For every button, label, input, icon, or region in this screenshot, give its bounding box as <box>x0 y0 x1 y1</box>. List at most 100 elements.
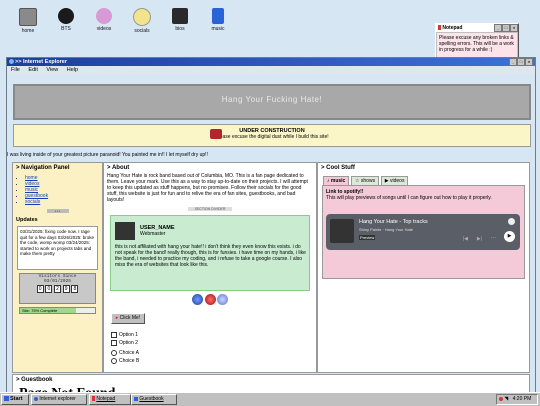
taskbar-item-notepad[interactable]: Notepad <box>89 394 131 405</box>
desktop-icon-label: socials <box>134 28 150 34</box>
guestbook-title: > Guestbook <box>16 377 53 383</box>
about-title: > About <box>107 165 130 171</box>
social-spiral-icon[interactable] <box>217 294 229 305</box>
click-me-label: Click Me! <box>119 315 141 321</box>
music-icon <box>212 8 224 24</box>
about-text: Hang Your Hate is rock band based out of… <box>107 173 308 203</box>
menu-file[interactable]: File <box>11 67 20 73</box>
desktop-icon-videos[interactable]: videos <box>84 8 124 32</box>
social-globe-icon[interactable] <box>191 294 203 305</box>
bios-icon <box>172 8 188 24</box>
player-subtitle: Shiny Paints · Hang Your Hate <box>359 227 414 232</box>
desktop-icon-home[interactable]: home <box>8 8 48 34</box>
card-text: this is not affiliated with hang your ha… <box>115 244 306 268</box>
quote-text: I was living inside of your greatest pic… <box>7 152 208 158</box>
notepad-icon <box>438 25 441 31</box>
desktop-icon-music[interactable]: music <box>198 8 238 32</box>
desktop-icon-label: videos <box>96 26 112 32</box>
click-icon: ▸ <box>115 315 119 321</box>
close-icon[interactable]: × <box>525 58 533 66</box>
notepad-title: Notepad <box>442 25 463 31</box>
counter-digit: 9 <box>62 285 70 293</box>
section-divider: SECTION DIVIDER <box>188 207 232 211</box>
tab-music[interactable]: ♪ music <box>323 176 350 185</box>
start-button[interactable]: Start <box>1 394 29 405</box>
player-title: Hang Your Hate - Top tracks <box>359 219 428 225</box>
progress-bar: Site: 75% Complete <box>19 307 96 314</box>
home-icon <box>19 8 37 26</box>
next-icon[interactable]: ▶| <box>477 236 482 242</box>
tray-icon[interactable] <box>499 396 503 401</box>
click-me-button[interactable]: ▸ Click Me! <box>111 313 145 324</box>
desktop-icon-bts[interactable]: BTS <box>46 8 86 32</box>
menu-edit[interactable]: Edit <box>28 67 37 73</box>
notepad-titlebar[interactable]: Notepad _ □ × <box>436 24 518 32</box>
album-art <box>330 219 354 243</box>
menu-view[interactable]: View <box>46 67 58 73</box>
page-content[interactable]: Hang Your Fucking Hate! UNDER CONSTRUCTI… <box>7 74 535 393</box>
volume-icon[interactable]: ◥ <box>504 396 508 402</box>
desktop-icon-socials[interactable]: socials <box>122 8 162 34</box>
avatar <box>115 222 135 240</box>
taskbar: Start Internet explorer Notepad Guestboo… <box>0 392 540 406</box>
spotify-text: This will play previews of songs until I… <box>326 195 492 201</box>
updates-text: 03/31/2025: fixing code now. I rage quit… <box>17 226 98 270</box>
banner-title: Hang Your Fucking Hate! <box>221 95 323 104</box>
counter-digit: 0 <box>45 285 53 293</box>
counter-digit: 2 <box>54 285 61 293</box>
desktop-icon-label: home <box>21 28 35 34</box>
browser-title: >> Internet Explorer <box>15 59 67 65</box>
taskbar-item-guestbook[interactable]: Guestbook <box>131 394 177 405</box>
counter-digit: 0 <box>36 285 44 293</box>
choice-radio-b[interactable]: Choice B <box>111 357 316 365</box>
visitor-counter: Visitors Since 03/01/2025 0 0 2 9 8 <box>19 273 96 304</box>
nav-title: > Navigation Panel <box>16 165 70 171</box>
minimize-icon[interactable]: _ <box>494 24 502 32</box>
bts-icon <box>58 8 74 24</box>
system-tray: ◥ 4:20 PM <box>496 394 538 405</box>
cool-title: > Cool Stuff <box>321 165 355 171</box>
construction-icon <box>210 129 222 139</box>
more-icon[interactable]: ··· <box>491 235 496 241</box>
prev-icon[interactable]: |◀ <box>463 236 468 242</box>
updates-title: Updates <box>16 217 38 223</box>
close-icon[interactable]: × <box>510 24 518 32</box>
nav-panel: > Navigation Panel home videos music gue… <box>12 162 103 373</box>
counter-digit: 8 <box>71 285 79 293</box>
desktop-icon-bios[interactable]: bios <box>160 8 200 32</box>
clock: 4:20 PM <box>512 396 532 402</box>
play-button[interactable]: ▶ <box>504 231 515 242</box>
desktop-icon-label: bios <box>175 26 185 32</box>
choice-radio-a[interactable]: Choice A <box>111 349 316 357</box>
spotify-logo-icon <box>508 218 515 225</box>
windows-logo-icon <box>4 396 9 402</box>
cool-panel: > Cool Stuff ♪ music ☆ shows ▶ videos Li… <box>317 162 530 373</box>
browser-titlebar[interactable]: >> Internet Explorer _ □ × <box>7 58 535 66</box>
ie-icon <box>9 59 14 64</box>
social-icons <box>104 294 316 307</box>
taskbar-item-ie[interactable]: Internet explorer <box>31 394 87 405</box>
option-checkbox-1[interactable]: Option 1 <box>111 331 316 339</box>
tab-content: Link to spotify!! This will play preview… <box>322 185 525 279</box>
nav-link-socials[interactable]: socials <box>25 199 40 205</box>
notepad-icon <box>92 396 95 402</box>
minimize-icon[interactable]: _ <box>509 58 517 66</box>
option-checkbox-2[interactable]: Option 2 <box>111 339 316 347</box>
spotify-player[interactable]: Hang Your Hate - Top tracks Shiny Paints… <box>326 214 520 250</box>
tab-bar: ♪ music ☆ shows ▶ videos <box>323 176 529 186</box>
browser-window[interactable]: >> Internet Explorer _ □ × File Edit View … <box>6 57 536 394</box>
counter-date: 03/01/2025 <box>43 279 71 284</box>
options-group: Option 1 Option 2 Choice A Choice B <box>111 331 316 365</box>
desktop-icon-label: music <box>211 26 225 32</box>
about-panel: > About Hang Your Hate is rock band base… <box>103 162 317 373</box>
menu-bar: File Edit View Help <box>7 66 535 74</box>
progress-label: Site: 75% Complete <box>22 307 58 313</box>
social-record-icon[interactable] <box>204 294 216 305</box>
ie-icon <box>34 396 38 401</box>
desktop-icon-label: BTS <box>61 26 71 32</box>
menu-help[interactable]: Help <box>67 67 78 73</box>
maximize-icon[interactable]: □ <box>502 24 510 32</box>
maximize-icon[interactable]: □ <box>517 58 525 66</box>
videos-icon <box>96 8 112 24</box>
construction-text: Please excuse the digital dust while I b… <box>215 134 329 140</box>
